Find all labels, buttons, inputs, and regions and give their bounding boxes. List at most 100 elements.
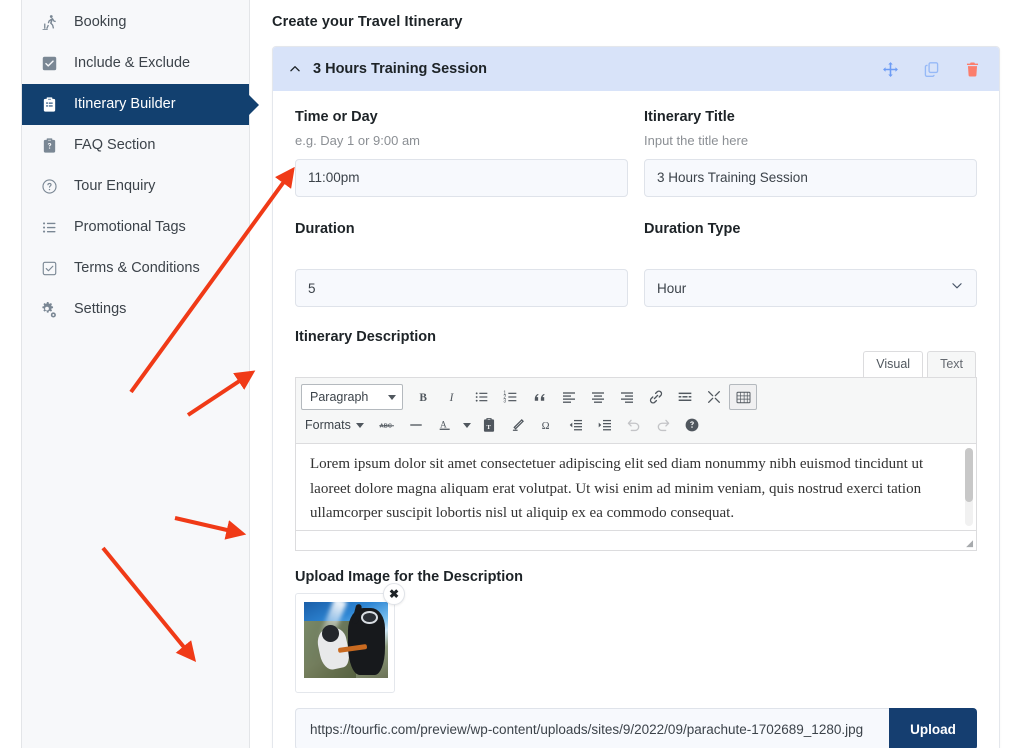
insert-link-icon[interactable] xyxy=(642,384,670,410)
chevron-up-icon[interactable] xyxy=(287,61,303,77)
clipboard-list-icon xyxy=(40,96,58,114)
editor-scrollbar[interactable] xyxy=(965,448,973,527)
toolbar-row-1: Paragraph B I 1 2 3 xyxy=(301,383,971,411)
editor-status-bar: ◢ xyxy=(296,530,976,551)
row-spacer xyxy=(295,201,977,219)
time-or-day-input[interactable] xyxy=(295,158,628,197)
read-more-icon[interactable] xyxy=(671,384,699,410)
accordion-actions xyxy=(882,61,981,78)
editor-mode-tabs: Visual Text xyxy=(295,351,977,378)
duration-type-select[interactable] xyxy=(644,269,977,308)
sidebar-item-promotional-tags[interactable]: Promotional Tags xyxy=(22,207,249,248)
question-circle-icon xyxy=(40,178,58,196)
move-arrows-icon[interactable] xyxy=(882,61,899,78)
field-duration-type: Duration Type xyxy=(644,219,977,308)
align-right-icon[interactable] xyxy=(613,384,641,410)
sidebar-item-itinerary-builder[interactable]: Itinerary Builder xyxy=(22,84,249,125)
bold-icon[interactable]: B xyxy=(410,384,438,410)
formats-menu[interactable]: Formats xyxy=(301,412,372,438)
text-color-dropdown-icon[interactable] xyxy=(460,412,474,438)
clear-formatting-icon[interactable] xyxy=(504,412,532,438)
itinerary-description-block: Itinerary Description Visual Text Paragr… xyxy=(295,329,977,552)
distraction-free-icon[interactable] xyxy=(700,384,728,410)
field-time-or-day: Time or Day e.g. Day 1 or 9:00 am xyxy=(295,107,628,197)
blockquote-icon[interactable] xyxy=(526,384,554,410)
align-left-icon[interactable] xyxy=(555,384,583,410)
special-character-icon[interactable]: Ω xyxy=(533,412,561,438)
field-hint xyxy=(644,242,977,262)
field-hint xyxy=(295,242,628,262)
image-thumbnail-wrap: ✖ xyxy=(295,583,405,694)
duration-input[interactable] xyxy=(295,269,628,308)
italic-icon[interactable]: I xyxy=(439,384,467,410)
paragraph-format-select[interactable]: Paragraph xyxy=(301,384,403,411)
tab-text[interactable]: Text xyxy=(927,351,976,378)
editor-content-area[interactable]: Lorem ipsum dolor sit amet consectetuer … xyxy=(296,444,976,530)
sidebar-item-settings[interactable]: Settings xyxy=(22,289,249,330)
svg-text:ABC: ABC xyxy=(380,424,392,430)
sidebar-item-tour-enquiry[interactable]: Tour Enquiry xyxy=(22,166,249,207)
editor-label: Itinerary Description xyxy=(295,329,437,346)
redo-icon[interactable] xyxy=(649,412,677,438)
wysiwyg-editor: Paragraph B I 1 2 3 Formats ABC A T Ω Lo… xyxy=(295,377,977,552)
sidebar-item-label: Booking xyxy=(74,14,127,31)
clipboard-question-icon xyxy=(40,137,58,155)
field-hint: e.g. Day 1 or 9:00 am xyxy=(295,132,421,148)
svg-text:B: B xyxy=(419,392,427,404)
field-label: Time or Day xyxy=(295,109,378,125)
text-color-icon[interactable]: A xyxy=(431,412,459,438)
field-label: Duration Type xyxy=(644,220,741,237)
chevron-down-icon xyxy=(388,394,396,400)
svg-text:I: I xyxy=(449,392,455,404)
sidebar-item-label: Promotional Tags xyxy=(74,219,186,236)
sidebar-item-include-exclude[interactable]: Include & Exclude xyxy=(22,43,249,84)
field-label: Duration xyxy=(295,220,355,237)
app-root: Booking Include & Exclude Itinerary Buil… xyxy=(0,0,1024,748)
svg-text:T: T xyxy=(486,424,491,431)
field-duration: Duration xyxy=(295,219,628,308)
sidebar-item-label: Tour Enquiry xyxy=(74,178,156,195)
itinerary-accordion-card: 3 Hours Training Session Time or Day e.g… xyxy=(272,46,1000,748)
trash-icon[interactable] xyxy=(964,61,981,78)
list-bullets-icon xyxy=(40,219,58,237)
accordion-title: 3 Hours Training Session xyxy=(313,61,488,77)
bulleted-list-icon[interactable] xyxy=(468,384,496,410)
sidebar-item-label: Terms & Conditions xyxy=(74,260,200,277)
svg-text:Ω: Ω xyxy=(542,421,550,432)
undo-icon[interactable] xyxy=(620,412,648,438)
chevron-down-icon xyxy=(462,422,471,428)
sidebar-item-booking[interactable]: Booking xyxy=(22,2,249,43)
sidebar-item-faq-section[interactable]: FAQ Section xyxy=(22,125,249,166)
field-hint: Input the title here xyxy=(644,132,749,148)
sidebar-item-terms-conditions[interactable]: Terms & Conditions xyxy=(22,248,249,289)
sidebar-item-label: FAQ Section xyxy=(74,137,156,154)
image-url-row: Upload xyxy=(295,708,977,748)
keyboard-shortcuts-icon[interactable] xyxy=(678,412,706,438)
fields-row-2: Duration Duration Type xyxy=(295,219,977,312)
resize-handle-icon[interactable]: ◢ xyxy=(966,539,973,548)
numbered-list-icon[interactable]: 1 2 3 xyxy=(497,384,525,410)
copy-icon[interactable] xyxy=(923,61,940,78)
toolbar-row-2: Formats ABC A T Ω xyxy=(301,411,971,439)
horizontal-line-icon[interactable] xyxy=(402,412,430,438)
indent-icon[interactable] xyxy=(591,412,619,438)
outdent-icon[interactable] xyxy=(562,412,590,438)
main-content: Create your Travel Itinerary 3 Hours Tra… xyxy=(250,0,1024,748)
sidebar-item-label: Itinerary Builder xyxy=(74,96,176,113)
image-url-input[interactable] xyxy=(295,708,889,748)
close-x-icon[interactable]: ✖ xyxy=(383,583,405,606)
upload-button[interactable]: Upload xyxy=(889,708,977,748)
editor-paragraph: Lorem ipsum dolor sit amet consectetuer … xyxy=(310,456,924,521)
itinerary-title-input[interactable] xyxy=(644,158,977,197)
strikethrough-icon[interactable]: ABC xyxy=(373,412,401,438)
formats-menu-label: Formats xyxy=(305,418,351,433)
editor-toolbar: Paragraph B I 1 2 3 Formats ABC A T Ω xyxy=(296,378,976,445)
paste-as-text-icon[interactable]: T xyxy=(475,412,503,438)
toolbar-toggle-icon[interactable] xyxy=(729,384,757,411)
skydiving-thumbnail-image[interactable] xyxy=(304,602,388,679)
align-center-icon[interactable] xyxy=(584,384,612,410)
upload-image-block: Upload Image for the Description ✖ https… xyxy=(295,569,977,748)
accordion-header[interactable]: 3 Hours Training Session xyxy=(273,47,999,91)
tab-visual[interactable]: Visual xyxy=(863,351,924,378)
left-gutter xyxy=(0,0,22,748)
